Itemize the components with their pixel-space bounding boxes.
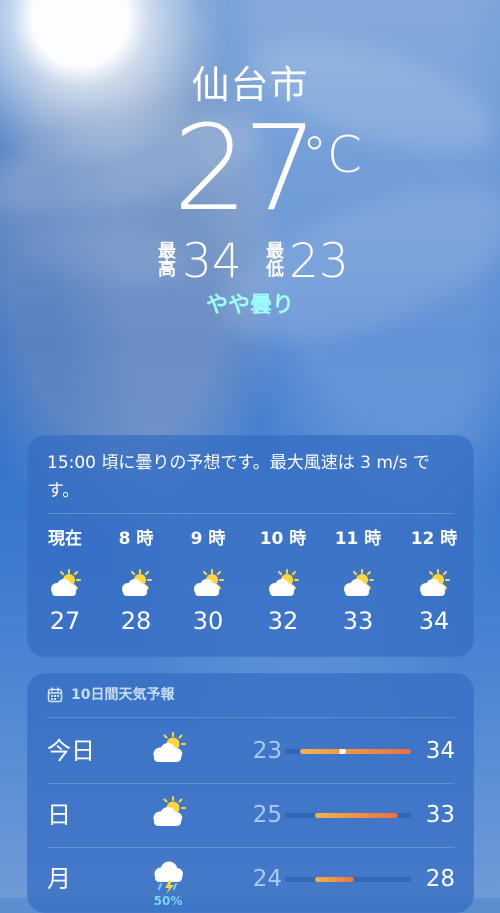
forecast-high-temperature: 34 [425,738,455,764]
forecast-low-temperature: 24 [252,866,282,892]
ten-day-forecast-card[interactable]: 10日間天気予報 今日 23 34 日 25 33 月 50% 24 28 [27,673,474,913]
ten-day-forecast-header: 10日間天気予報 [47,685,174,705]
hour-temperature: 28 [120,607,152,635]
partly-cloudy-sun-icon [153,732,186,762]
hour-time: 現在 [48,529,82,549]
forecast-day-row[interactable]: 月 50% 24 28 [27,848,474,912]
forecast-day-name: 今日 [47,737,95,765]
thunder-rain-icon [154,861,183,894]
current-temperature: 27 °C [0,108,500,233]
hour-item[interactable]: 10 時 32 [255,527,311,636]
forecast-day-row[interactable]: 日 25 33 [27,784,474,848]
temperature-range-fill [300,749,411,754]
hourly-summary: 15:00 頃に曇りの予想です。最大風速は 3 m/s です。 [47,453,430,501]
current-temperature-marker [339,749,347,754]
temperature-range-fill [315,877,355,882]
current-temperature-value: 27 [173,99,318,237]
ten-day-divider [47,717,454,718]
temperature-range-bar [285,813,411,818]
hour-item[interactable]: 現在 27 [37,527,93,636]
partly-cloudy-sun-icon [344,569,374,596]
partly-cloudy-sun-icon [153,796,186,826]
hour-temperature: 27 [49,607,81,635]
hour-temperature: 33 [342,607,374,635]
hour-time: 10 時 [259,529,307,549]
partly-cloudy-sun-icon [269,569,299,596]
forecast-low-temperature: 23 [252,738,282,764]
hour-time: 8 時 [118,529,154,549]
partly-cloudy-sun-icon [420,569,450,596]
hour-temperature: 30 [192,607,224,635]
weather-condition: やや曇り [205,293,294,318]
partly-cloudy-sun-icon [122,569,152,596]
forecast-day-name: 月 [47,865,71,893]
forecast-low-temperature: 25 [252,802,282,828]
weather-header: 仙台市 27 °C 最 高 34 最 低 23 やや曇り [0,0,500,340]
low-temperature-label: 最 低 [265,243,285,279]
hour-item[interactable]: 9 時 30 [180,527,236,636]
hour-temperature: 34 [418,607,450,635]
forecast-high-temperature: 28 [425,866,455,892]
low-temperature-value: 23 [289,234,349,289]
partly-cloudy-sun-icon [194,569,224,596]
partly-cloudy-sun-icon [51,569,81,596]
forecast-day-name: 日 [47,801,71,829]
high-label-bottom: 高 [158,259,176,280]
hour-time: 11 時 [334,529,382,549]
temperature-range-fill [315,813,399,818]
hour-time: 12 時 [410,529,458,549]
forecast-day-row[interactable]: 今日 23 34 [27,720,474,784]
temperature-range-bar [285,749,411,754]
hourly-forecast-card[interactable]: 15:00 頃に曇りの予想です。最大風速は 3 m/s です。 現在 27 8 … [27,435,474,657]
calendar-icon [47,687,63,703]
temperature-unit: °C [302,126,362,184]
high-low-temperatures: 最 高 34 最 低 23 [157,234,367,295]
hourly-divider [47,513,454,514]
hour-temperature: 32 [267,607,299,635]
hour-item[interactable]: 11 時 33 [330,527,386,636]
hour-item[interactable]: 8 時 28 [108,527,164,636]
hour-time: 9 時 [190,529,226,549]
ten-day-forecast-title: 10日間天気予報 [71,687,175,703]
hour-item[interactable]: 12 時 34 [406,527,462,636]
temperature-range-bar [285,877,411,882]
high-temperature-label: 最 高 [157,243,177,279]
rain-chance: 50% [153,894,183,908]
low-label-bottom: 低 [266,259,284,280]
forecast-high-temperature: 33 [425,802,455,828]
high-temperature-value: 34 [182,234,242,289]
